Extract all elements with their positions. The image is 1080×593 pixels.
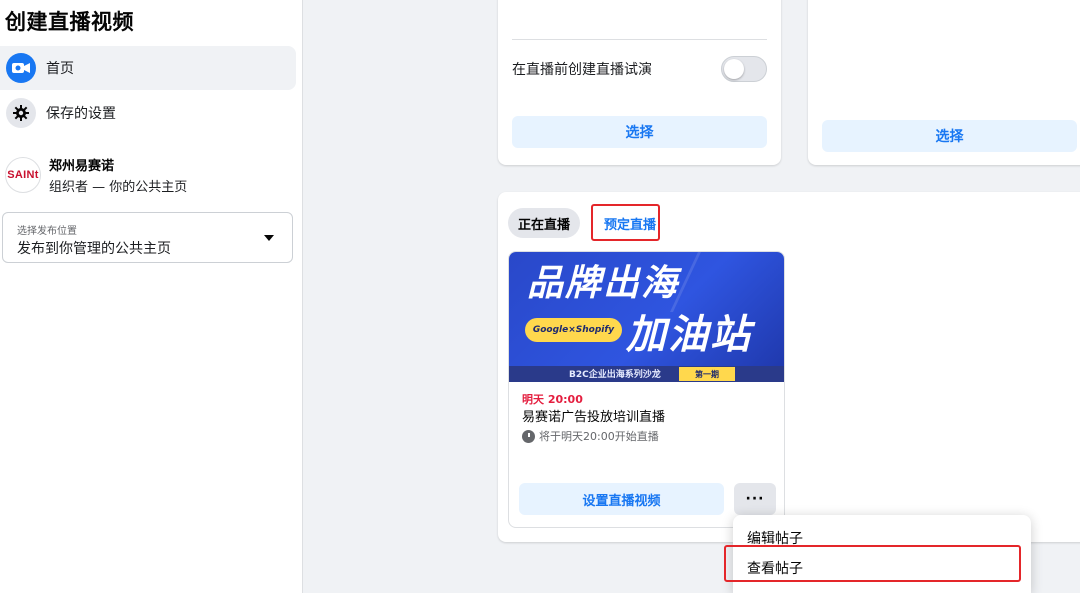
page-role: 组织者 — 你的公共主页 — [49, 180, 188, 195]
setup-card-secondary: 选择 — [808, 0, 1080, 165]
sidebar-item-saved-settings[interactable]: 保存的设置 — [0, 91, 296, 135]
highlight-box-scheduled-tab — [591, 204, 660, 241]
video-thumbnail[interactable]: 品牌出海 Google×Shopify 加油站 B2C企业出海系列沙龙 第一期 — [509, 252, 784, 382]
video-scheduled-time: 明天 20:00 — [522, 393, 583, 406]
post-location-select[interactable]: 选择发布位置 发布到你管理的公共主页 — [2, 212, 293, 263]
scheduled-video-card: 品牌出海 Google×Shopify 加油站 B2C企业出海系列沙龙 第一期 … — [508, 251, 785, 528]
thumb-strip-text: B2C企业出海系列沙龙 — [569, 370, 661, 380]
caret-down-icon — [264, 235, 274, 241]
thumb-strip-badge: 第一期 — [679, 367, 735, 381]
video-status: 将于明天20:00开始直播 — [522, 428, 659, 444]
choose-button-secondary[interactable]: 选择 — [822, 120, 1077, 152]
video-title: 易赛诺广告投放培训直播 — [522, 410, 666, 425]
rehearsal-toggle[interactable] — [721, 56, 767, 82]
sidebar-item-home[interactable]: 首页 — [0, 46, 296, 90]
video-camera-icon — [6, 53, 36, 83]
tab-live-now[interactable]: 正在直播 — [508, 208, 581, 238]
rehearsal-label: 在直播前创建直播试演 — [512, 62, 652, 78]
select-value: 发布到你管理的公共主页 — [17, 241, 171, 257]
select-label: 选择发布位置 — [17, 226, 77, 237]
sidebar-item-label: 首页 — [46, 61, 74, 77]
video-status-text: 将于明天20:00开始直播 — [539, 430, 659, 443]
thumb-pill: Google×Shopify — [525, 318, 622, 342]
live-videos-panel: 正在直播 预定直播 品牌出海 Google×Shopify 加油站 B2C企业出… — [498, 192, 1080, 542]
sidebar: 创建直播视频 首页 保存的设置 SAINt 郑州易赛诺 组织者 — 你的公共主页… — [0, 0, 303, 593]
page-name: 郑州易赛诺 — [49, 159, 115, 174]
setup-card-primary: 在直播前创建直播试演 选择 — [498, 0, 781, 165]
highlight-box-view-post — [724, 545, 1021, 582]
page-logo: SAINt — [5, 157, 41, 193]
more-options-button[interactable]: ··· — [734, 483, 776, 515]
sidebar-item-label: 保存的设置 — [46, 106, 116, 122]
setup-live-video-button[interactable]: 设置直播视频 — [519, 483, 724, 515]
divider — [512, 39, 767, 40]
gear-icon — [6, 98, 36, 128]
choose-button[interactable]: 选择 — [512, 116, 767, 148]
page-identity[interactable]: SAINt 郑州易赛诺 组织者 — 你的公共主页 — [5, 155, 187, 195]
thumb-headline-2: 加油站 — [626, 312, 752, 358]
clock-icon — [522, 429, 535, 443]
thumb-headline-1: 品牌出海 — [527, 263, 680, 304]
page-title: 创建直播视频 — [5, 10, 134, 34]
